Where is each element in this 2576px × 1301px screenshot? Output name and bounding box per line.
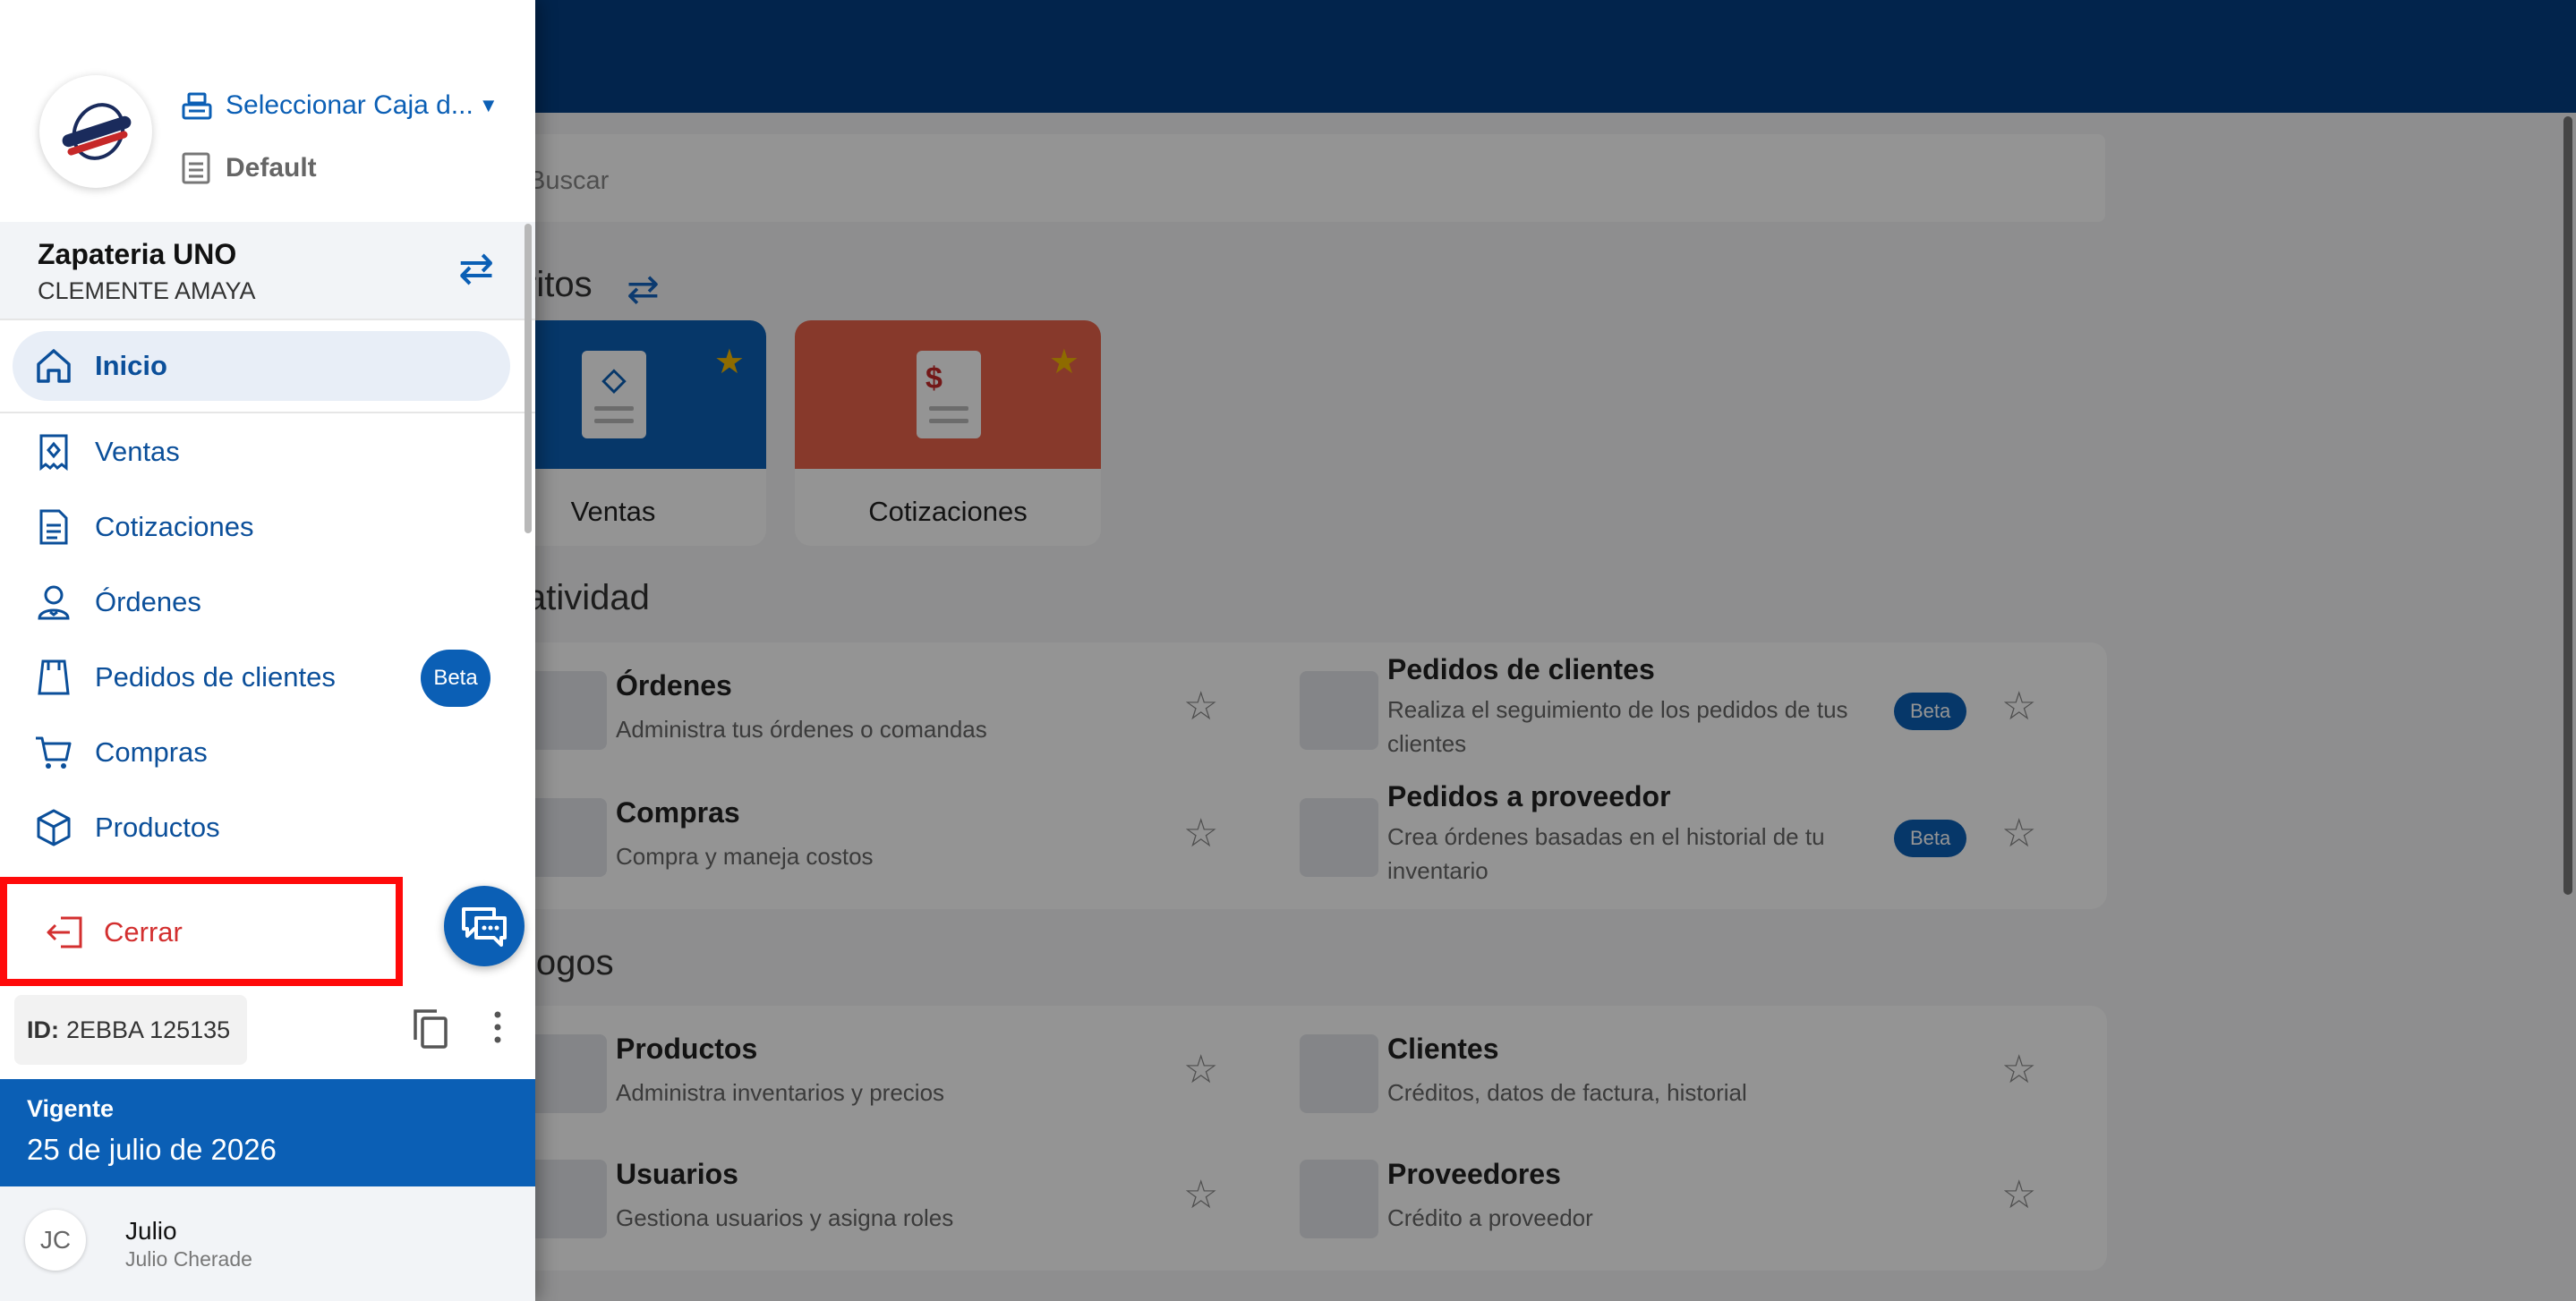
device-id: ID: 2EBBA 125135 [14,995,247,1065]
nav-item-compras[interactable]: Compras [13,718,208,787]
nav-label: Compras [95,736,208,768]
cart-icon [36,736,72,769]
nav-item-ventas[interactable]: Ventas [13,417,180,487]
license-status: Vigente [27,1095,115,1122]
bag-icon [38,659,70,695]
nav-item-pedidos-clientes[interactable]: Pedidos de clientes Beta [13,642,510,712]
user-fullname: Julio Cherade [125,1247,252,1271]
cash-register-select[interactable]: Seleccionar Caja d... ▼ [181,86,499,125]
swap-store-icon[interactable]: ⇄ [458,243,494,293]
id-label: ID: [27,1016,59,1043]
more-vertical-icon[interactable] [487,1006,508,1049]
home-icon [37,349,71,383]
divider [0,319,535,320]
beta-badge: Beta [421,650,490,707]
nav-label: Cotizaciones [95,511,254,542]
logout-button[interactable]: Cerrar [0,877,403,986]
store-switcher: Zapateria UNO CLEMENTE AMAYA ⇄ [0,222,535,319]
license-date: 25 de julio de 2026 [27,1133,277,1166]
nav-label: Órdenes [95,586,201,617]
navigation-drawer: Seleccionar Caja d... ▼ Default Zapateri… [0,0,535,1301]
id-value: 2EBBA 125135 [66,1016,231,1043]
warehouse-icon [182,152,210,184]
nav-item-ordenes[interactable]: Órdenes [13,567,201,637]
license-banner: Vigente 25 de julio de 2026 [0,1079,535,1186]
logout-label: Cerrar [104,916,183,948]
nav-label: Ventas [95,436,180,467]
avatar: JC [25,1210,86,1271]
logout-icon [47,916,82,948]
cash-register-label: Seleccionar Caja d... [226,90,473,120]
nav-item-inicio[interactable]: Inicio [13,331,510,401]
user-profile[interactable]: JC Julio Julio Cherade [0,1186,535,1301]
warehouse-label: Default [226,153,317,183]
chat-icon [462,907,507,947]
company-logo [39,75,152,188]
document-icon [39,509,68,545]
chevron-down-icon: ▼ [478,94,499,116]
waiter-icon [38,585,70,620]
nav-label: Inicio [95,350,167,381]
divider [0,412,535,413]
chat-button[interactable] [444,886,525,966]
nav-label: Productos [95,812,220,843]
warehouse-indicator: Default [181,149,317,188]
cash-register-icon [182,92,212,120]
nav-item-productos[interactable]: Productos [13,793,220,863]
receipt-icon [39,434,68,472]
store-name: Zapateria UNO [38,238,237,270]
user-name: Julio [125,1217,177,1245]
nav-label: Pedidos de clientes [95,661,336,693]
copy-icon[interactable] [410,1008,449,1050]
nav-item-cotizaciones[interactable]: Cotizaciones [13,492,253,562]
box-icon [37,809,71,846]
store-user: CLEMENTE AMAYA [38,277,256,304]
drawer-scrollbar[interactable] [525,224,532,533]
